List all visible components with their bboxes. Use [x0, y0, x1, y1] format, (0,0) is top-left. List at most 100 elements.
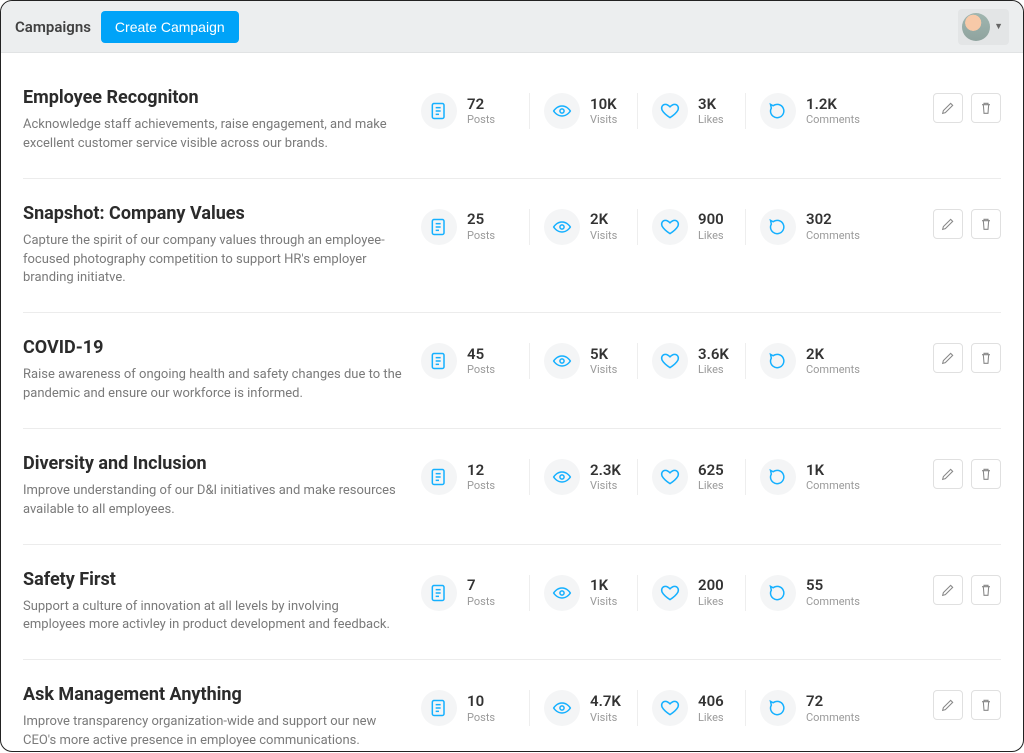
row-actions	[933, 337, 1001, 373]
edit-button[interactable]	[933, 690, 963, 720]
top-bar: Campaigns Create Campaign ▼	[1, 1, 1023, 53]
heart-icon	[652, 575, 688, 611]
delete-button[interactable]	[971, 690, 1001, 720]
stat-posts: 12Posts	[421, 459, 529, 495]
campaign-info: Diversity and Inclusion Improve understa…	[23, 453, 403, 520]
heart-icon	[652, 690, 688, 726]
campaign-title: Snapshot: Company Values	[23, 203, 403, 224]
campaign-description: Raise awareness of ongoing health and sa…	[23, 366, 403, 404]
campaign-info: Ask Management Anything Improve transpar…	[23, 684, 403, 751]
heart-icon	[652, 343, 688, 379]
stat-likes: 900Likes	[637, 209, 745, 245]
stat-visits: 1KVisits	[529, 575, 637, 611]
row-actions	[933, 203, 1001, 239]
posts-icon	[421, 209, 457, 245]
eye-icon	[544, 575, 580, 611]
campaign-stats: 12Posts 2.3KVisits 625Likes 1KComments	[421, 453, 915, 495]
stat-visits: 2KVisits	[529, 209, 637, 245]
eye-icon	[544, 459, 580, 495]
stat-likes: 406Likes	[637, 690, 745, 726]
campaign-stats: 7Posts 1KVisits 200Likes 55Comments	[421, 569, 915, 611]
comment-icon	[760, 343, 796, 379]
stat-posts: 72Posts	[421, 93, 529, 129]
heart-icon	[652, 209, 688, 245]
campaign-title: Employee Recogniton	[23, 87, 403, 108]
delete-button[interactable]	[971, 575, 1001, 605]
delete-button[interactable]	[971, 343, 1001, 373]
avatar	[962, 13, 990, 41]
campaign-title: COVID-19	[23, 337, 403, 358]
stat-posts: 45Posts	[421, 343, 529, 379]
eye-icon	[544, 209, 580, 245]
campaign-info: COVID-19 Raise awareness of ongoing heal…	[23, 337, 403, 404]
campaign-row: Snapshot: Company Values Capture the spi…	[23, 179, 1001, 314]
campaign-list: Employee Recogniton Acknowledge staff ac…	[1, 53, 1023, 753]
campaign-row: Safety First Support a culture of innova…	[23, 545, 1001, 661]
stat-visits: 10KVisits	[529, 93, 637, 129]
row-actions	[933, 453, 1001, 489]
campaign-info: Safety First Support a culture of innova…	[23, 569, 403, 636]
comment-icon	[760, 93, 796, 129]
stat-likes: 3KLikes	[637, 93, 745, 129]
campaign-description: Capture the spirit of our company values…	[23, 232, 403, 289]
edit-button[interactable]	[933, 93, 963, 123]
heart-icon	[652, 459, 688, 495]
posts-icon	[421, 690, 457, 726]
stat-posts: 7Posts	[421, 575, 529, 611]
campaign-stats: 10Posts 4.7KVisits 406Likes 72Comments	[421, 684, 915, 726]
stat-posts: 25Posts	[421, 209, 529, 245]
campaign-description: Improve understanding of our D&I initiat…	[23, 482, 403, 520]
stat-comments: 1KComments	[745, 459, 873, 495]
posts-icon	[421, 459, 457, 495]
stat-likes: 3.6KLikes	[637, 343, 745, 379]
stat-comments: 1.2KComments	[745, 93, 873, 129]
posts-icon	[421, 343, 457, 379]
comment-icon	[760, 459, 796, 495]
edit-button[interactable]	[933, 209, 963, 239]
campaign-row: Diversity and Inclusion Improve understa…	[23, 429, 1001, 545]
posts-icon	[421, 575, 457, 611]
campaign-stats: 72Posts 10KVisits 3KLikes 1.2KComments	[421, 87, 915, 129]
eye-icon	[544, 343, 580, 379]
comment-icon	[760, 690, 796, 726]
row-actions	[933, 569, 1001, 605]
campaign-row: Ask Management Anything Improve transpar…	[23, 660, 1001, 753]
stat-comments: 72Comments	[745, 690, 873, 726]
user-menu[interactable]: ▼	[958, 9, 1009, 45]
campaign-stats: 25Posts 2KVisits 900Likes 302Comments	[421, 203, 915, 245]
stat-comments: 2KComments	[745, 343, 873, 379]
stat-comments: 302Comments	[745, 209, 873, 245]
campaign-info: Snapshot: Company Values Capture the spi…	[23, 203, 403, 289]
campaign-row: Employee Recogniton Acknowledge staff ac…	[23, 63, 1001, 179]
page-title: Campaigns	[15, 18, 91, 36]
stat-comments: 55Comments	[745, 575, 873, 611]
create-campaign-button[interactable]: Create Campaign	[101, 11, 239, 43]
stat-posts: 10Posts	[421, 690, 529, 726]
edit-button[interactable]	[933, 343, 963, 373]
stat-likes: 200Likes	[637, 575, 745, 611]
stat-visits: 5KVisits	[529, 343, 637, 379]
stat-visits: 4.7KVisits	[529, 690, 637, 726]
delete-button[interactable]	[971, 93, 1001, 123]
campaign-row: COVID-19 Raise awareness of ongoing heal…	[23, 313, 1001, 429]
campaign-stats: 45Posts 5KVisits 3.6KLikes 2KComments	[421, 337, 915, 379]
chevron-down-icon: ▼	[994, 21, 1003, 32]
campaign-title: Ask Management Anything	[23, 684, 403, 705]
campaign-description: Support a culture of innovation at all l…	[23, 598, 403, 636]
comment-icon	[760, 209, 796, 245]
campaign-title: Safety First	[23, 569, 403, 590]
row-actions	[933, 87, 1001, 123]
heart-icon	[652, 93, 688, 129]
row-actions	[933, 684, 1001, 720]
eye-icon	[544, 93, 580, 129]
edit-button[interactable]	[933, 575, 963, 605]
comment-icon	[760, 575, 796, 611]
eye-icon	[544, 690, 580, 726]
delete-button[interactable]	[971, 209, 1001, 239]
campaign-description: Acknowledge staff achievements, raise en…	[23, 116, 403, 154]
stat-visits: 2.3KVisits	[529, 459, 637, 495]
campaign-description: Improve transparency organization-wide a…	[23, 713, 403, 751]
edit-button[interactable]	[933, 459, 963, 489]
campaign-info: Employee Recogniton Acknowledge staff ac…	[23, 87, 403, 154]
delete-button[interactable]	[971, 459, 1001, 489]
